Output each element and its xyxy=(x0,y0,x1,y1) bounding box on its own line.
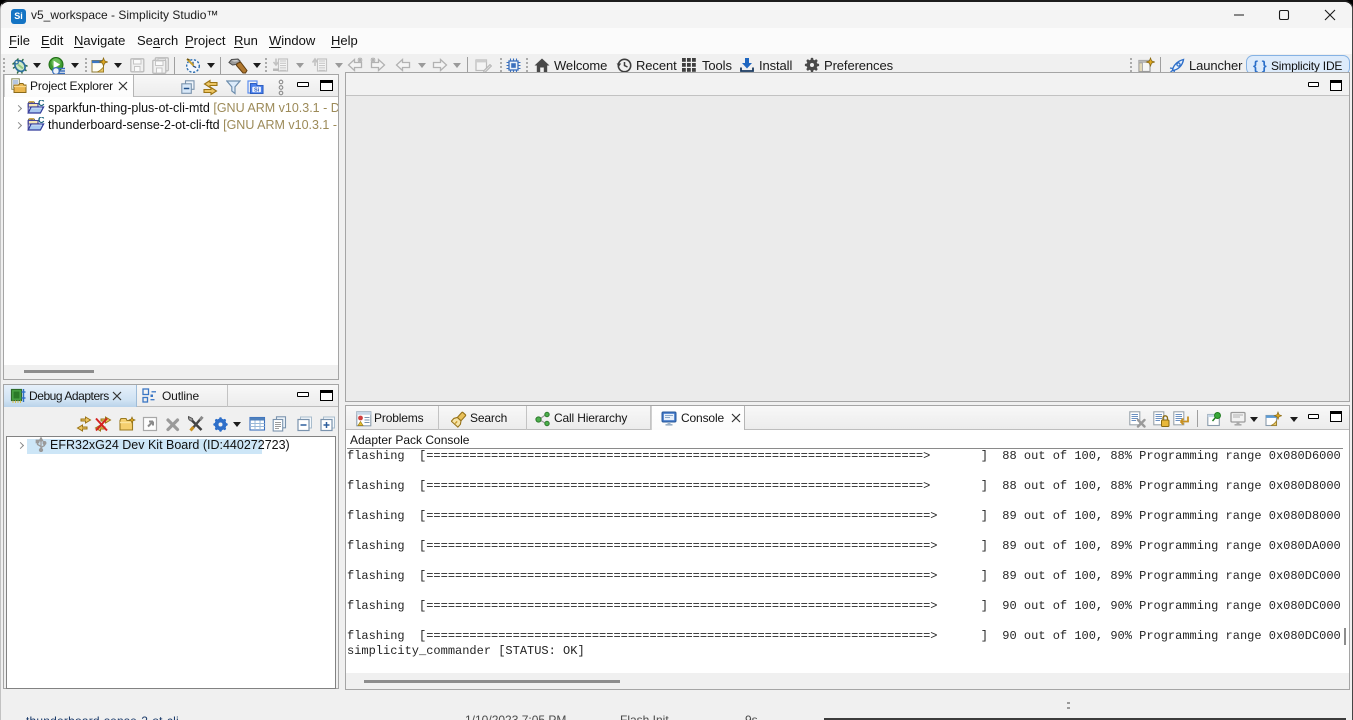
svg-text:C: C xyxy=(38,100,45,108)
svg-text:Si: Si xyxy=(254,87,260,93)
svg-text:C: C xyxy=(38,117,45,125)
